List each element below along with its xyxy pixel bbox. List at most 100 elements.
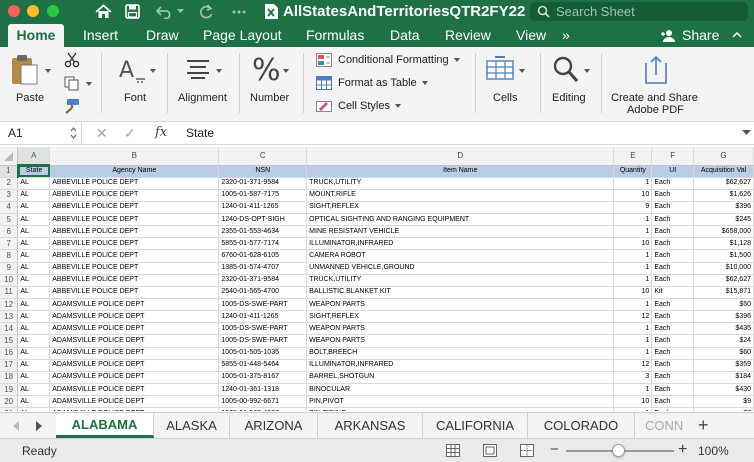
cell[interactable]: Each bbox=[651, 298, 695, 312]
cell[interactable]: ADAMSVILLE POLICE DEPT bbox=[49, 347, 220, 360]
cell[interactable]: ABBEVILLE POLICE DEPT bbox=[49, 262, 220, 275]
cell[interactable]: 1005-00-992-6671 bbox=[218, 395, 308, 409]
normal-view-icon[interactable] bbox=[446, 444, 460, 457]
cell[interactable]: Each bbox=[651, 383, 695, 397]
tab-view[interactable]: View bbox=[516, 27, 546, 44]
sheet-tab-arizona[interactable]: ARIZONA bbox=[230, 413, 318, 438]
create-share-pdf-button[interactable] bbox=[643, 55, 669, 90]
cell[interactable]: $50 bbox=[693, 298, 754, 312]
cell[interactable]: AL bbox=[17, 189, 51, 202]
cell[interactable]: Each bbox=[651, 237, 695, 251]
row-header[interactable]: 6 bbox=[0, 225, 19, 239]
row-header[interactable]: 20 bbox=[0, 395, 19, 409]
cell[interactable]: WEAPON PARTS bbox=[306, 334, 615, 348]
cell[interactable]: AL bbox=[17, 310, 51, 324]
row-header[interactable]: 5 bbox=[0, 213, 19, 227]
cell[interactable]: ABBEVILLE POLICE DEPT bbox=[49, 286, 220, 300]
cell[interactable]: $245 bbox=[693, 213, 754, 227]
cell[interactable]: 1 bbox=[613, 213, 653, 227]
search-sheet-input[interactable]: Search Sheet bbox=[530, 2, 748, 21]
cell[interactable]: $60 bbox=[693, 347, 754, 360]
cell[interactable]: ABBEVILLE POLICE DEPT bbox=[49, 213, 220, 227]
sheet-tab-alaska[interactable]: ALASKA bbox=[154, 413, 230, 438]
cell[interactable]: 1005-01-375-8167 bbox=[218, 371, 308, 385]
cell[interactable]: 10 bbox=[613, 286, 653, 300]
cell[interactable]: OPTICAL SIGHTING AND RANGING EQUIPMENT bbox=[306, 213, 615, 227]
cell[interactable]: PIN,PIVOT bbox=[306, 395, 615, 409]
cell[interactable]: ABBEVILLE POLICE DEPT bbox=[49, 189, 220, 202]
scroll-tabs-right-icon[interactable] bbox=[35, 421, 43, 431]
cell[interactable]: $62,627 bbox=[693, 274, 754, 287]
cell[interactable]: 1 bbox=[613, 383, 653, 397]
cell[interactable]: 1240-DS-OPT-SIGH bbox=[218, 213, 308, 227]
row-header[interactable]: 1 bbox=[0, 165, 19, 178]
editing-button[interactable] bbox=[552, 55, 580, 90]
cell[interactable]: ADAMSVILLE POLICE DEPT bbox=[49, 334, 220, 348]
cell[interactable]: 1 bbox=[613, 347, 653, 360]
scroll-tabs-left-icon[interactable] bbox=[12, 421, 20, 431]
cell[interactable]: 2320-01-371-9584 bbox=[218, 274, 308, 287]
cell[interactable]: $658,000 bbox=[693, 225, 754, 239]
column-header-f[interactable]: F bbox=[651, 147, 695, 166]
page-break-view-icon[interactable] bbox=[520, 444, 534, 457]
cell[interactable]: ABBEVILLE POLICE DEPT bbox=[49, 274, 220, 287]
cell[interactable]: SIGHT,REFLEX bbox=[306, 201, 615, 215]
cell[interactable]: AL bbox=[17, 334, 51, 348]
header-cell[interactable]: Agency Name bbox=[49, 165, 220, 178]
header-cell[interactable]: NSN bbox=[218, 165, 308, 178]
cell[interactable]: Each bbox=[651, 395, 695, 409]
more-icon[interactable] bbox=[230, 1, 248, 22]
row-header[interactable]: 10 bbox=[0, 274, 19, 287]
cell[interactable]: $1,626 bbox=[693, 189, 754, 202]
tab-data[interactable]: Data bbox=[390, 27, 420, 44]
cell[interactable]: Each bbox=[651, 225, 695, 239]
cell[interactable]: ADAMSVILLE POLICE DEPT bbox=[49, 322, 220, 336]
cell[interactable]: AL bbox=[17, 347, 51, 360]
tab-formulas[interactable]: Formulas bbox=[306, 27, 364, 44]
cell[interactable]: Each bbox=[651, 334, 695, 348]
cell[interactable]: 1005-01-587-7175 bbox=[218, 189, 308, 202]
cell[interactable]: UNMANNED VEHICLE,GROUND bbox=[306, 262, 615, 275]
cell[interactable]: 12 bbox=[613, 359, 653, 372]
cell[interactable]: AL bbox=[17, 395, 51, 409]
cell[interactable]: SIGHT,REFLEX bbox=[306, 310, 615, 324]
row-header[interactable]: 4 bbox=[0, 201, 19, 215]
undo-icon[interactable] bbox=[153, 1, 175, 22]
column-header-c[interactable]: C bbox=[218, 147, 308, 166]
cell[interactable]: 9 bbox=[613, 201, 653, 215]
spreadsheet-grid[interactable]: A B C D E F G 1 State Agency Name NSN Item Name Quan… bbox=[0, 147, 754, 411]
cell[interactable]: 6760-01-628-6105 bbox=[218, 249, 308, 263]
page-layout-view-icon[interactable] bbox=[483, 444, 497, 457]
cell[interactable]: 2355-01-553-4634 bbox=[218, 225, 308, 239]
zoom-window-button[interactable] bbox=[47, 5, 59, 17]
cancel-edit-icon[interactable]: ✕ bbox=[96, 125, 108, 141]
header-cell[interactable]: UI bbox=[651, 165, 695, 178]
cell[interactable]: 1005-DS-SWE-PART bbox=[218, 298, 308, 312]
cell[interactable]: Each bbox=[651, 177, 695, 190]
cell[interactable]: $1,500 bbox=[693, 249, 754, 263]
sheet-tab-conn[interactable]: CONN bbox=[635, 413, 685, 438]
confirm-edit-icon[interactable]: ✓ bbox=[124, 125, 136, 141]
save-icon[interactable] bbox=[122, 1, 142, 22]
format-as-table-button[interactable]: Format as Table bbox=[316, 73, 428, 93]
column-header-a[interactable]: A bbox=[17, 147, 51, 166]
expand-formula-bar-icon[interactable] bbox=[742, 130, 751, 136]
sheet-tab-colorado[interactable]: COLORADO bbox=[528, 413, 635, 438]
row-header[interactable]: 8 bbox=[0, 249, 19, 263]
cell[interactable]: 1 bbox=[613, 249, 653, 263]
cell[interactable]: ILLUMINATOR,INFRARED bbox=[306, 237, 615, 251]
header-cell[interactable]: State bbox=[17, 165, 51, 178]
tab-review[interactable]: Review bbox=[445, 27, 491, 44]
column-header-g[interactable]: G bbox=[693, 147, 754, 166]
cell[interactable]: ABBEVILLE POLICE DEPT bbox=[49, 177, 220, 190]
cell[interactable]: 1240-01-411-1265 bbox=[218, 201, 308, 215]
cell[interactable]: AL bbox=[17, 201, 51, 215]
cells-button[interactable] bbox=[486, 56, 514, 87]
cell[interactable]: AL bbox=[17, 359, 51, 372]
tab-insert[interactable]: Insert bbox=[83, 27, 118, 44]
format-painter-icon[interactable] bbox=[64, 98, 80, 114]
cell[interactable]: $15,871 bbox=[693, 286, 754, 300]
cell[interactable]: $1,128 bbox=[693, 237, 754, 251]
cell[interactable]: 1005-01-563-4027 bbox=[218, 407, 308, 411]
cell[interactable]: Each bbox=[651, 249, 695, 263]
